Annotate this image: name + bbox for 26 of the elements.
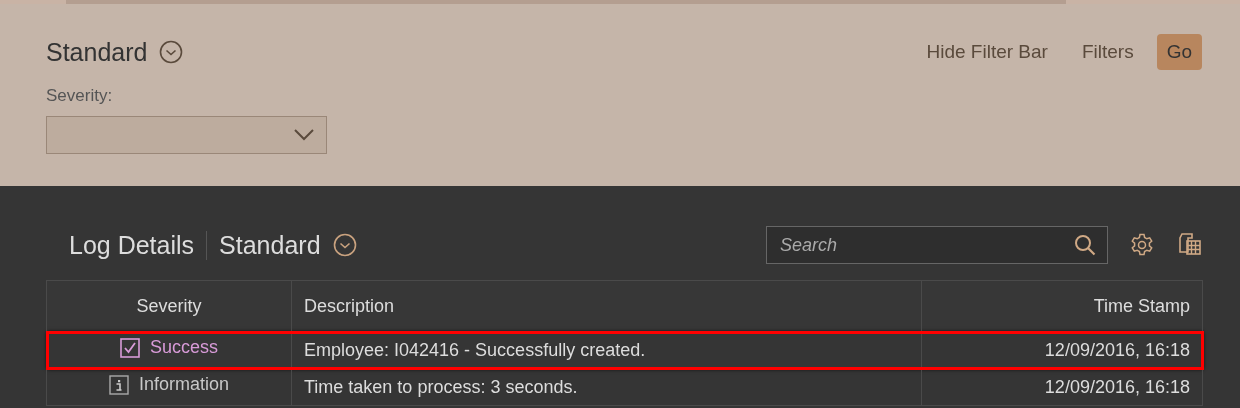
dropdown-icon[interactable] (159, 40, 184, 64)
table-cell: Employee: I042416 - Successfully created. (304, 339, 646, 360)
column-header[interactable]: Severity (136, 295, 202, 316)
checkbox-icon (120, 337, 140, 358)
table-cell: 12/09/2016, 16:18 (1044, 339, 1190, 360)
search-icon[interactable] (1074, 234, 1096, 256)
field-label: Severity: (46, 86, 114, 106)
variant-title: Standard (46, 37, 148, 67)
column-header[interactable]: Time Stamp (1093, 295, 1190, 316)
variant-title: Standard (219, 230, 321, 260)
link-button[interactable]: Hide Filter Bar (926, 41, 1048, 63)
table-cell: 12/09/2016, 16:18 (1044, 376, 1190, 397)
link-button[interactable]: Filters (1081, 41, 1134, 63)
dropdown-icon[interactable] (332, 233, 357, 257)
info-icon (108, 374, 129, 395)
search-field[interactable]: Search (766, 226, 1108, 264)
go-button[interactable]: Go (1156, 34, 1202, 70)
chevron-down-icon (294, 129, 314, 141)
settings-icon[interactable] (1130, 233, 1154, 257)
table-cell: Time taken to process: 3 seconds. (304, 376, 578, 397)
severity-status: Success (150, 337, 218, 359)
severity-status: Information (138, 374, 229, 396)
select-field[interactable] (46, 116, 327, 154)
table-title: Log Details (69, 230, 208, 260)
spreadsheet-icon[interactable] (1176, 232, 1202, 258)
column-header[interactable]: Description (304, 295, 395, 316)
